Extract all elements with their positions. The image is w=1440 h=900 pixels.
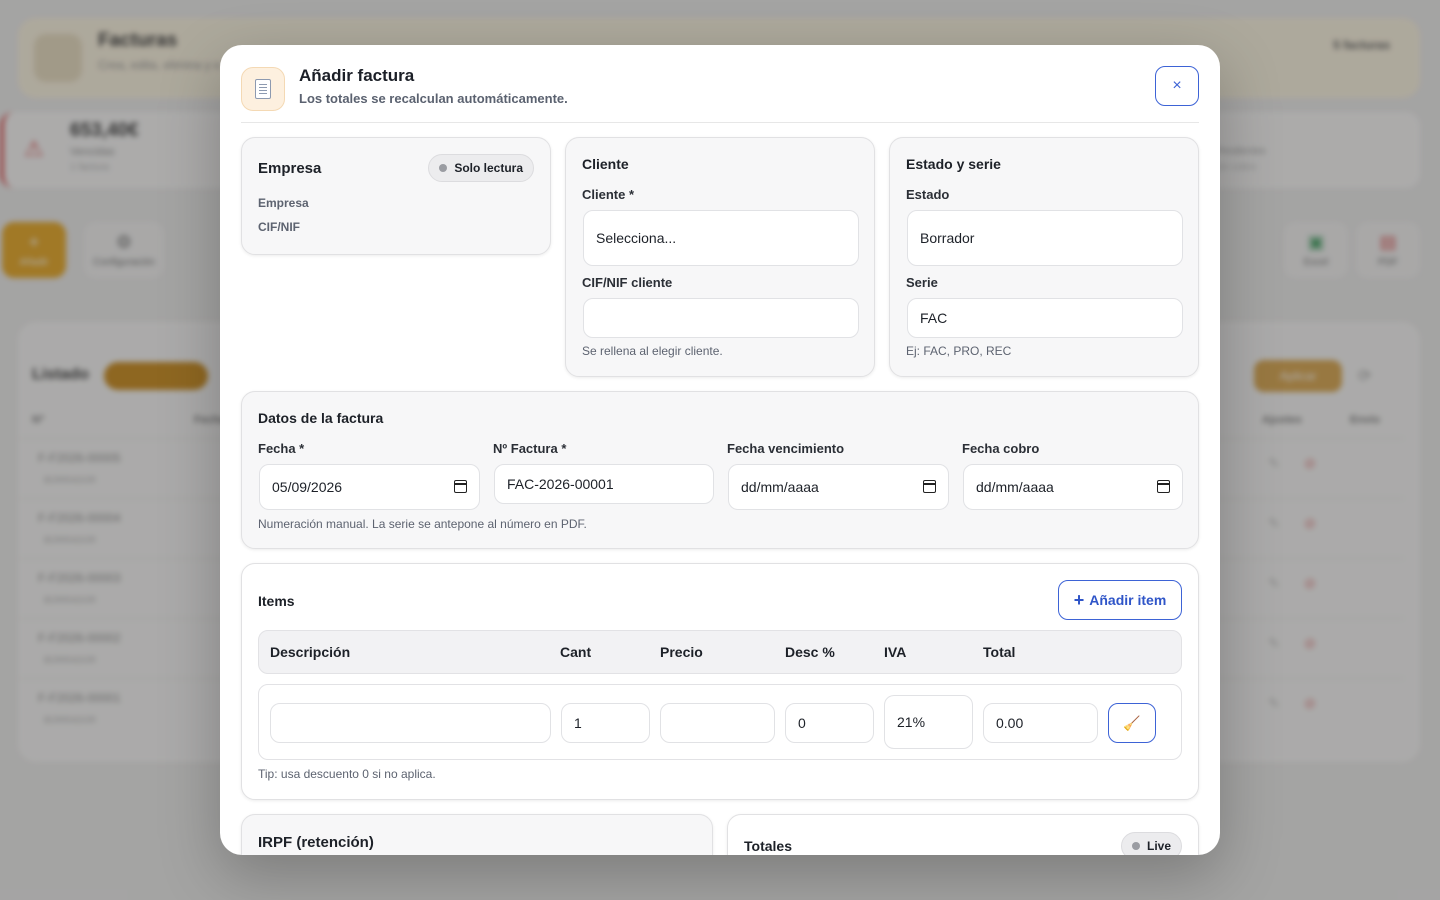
status-dot-icon <box>1131 842 1140 850</box>
item-desc-input[interactable]: 0 <box>785 703 874 743</box>
invoice-document-icon <box>241 67 285 111</box>
modal-title: Añadir factura <box>299 66 415 85</box>
calendar-icon[interactable] <box>1157 480 1170 493</box>
items-table-header: Descripción Cant Precio Desc % IVA Total <box>258 630 1182 674</box>
modal-subtitle: Los totales se recalculan automáticament… <box>299 91 568 106</box>
datos-title: Datos de la factura <box>258 410 384 426</box>
add-invoice-modal: Añadir factura Los totales se recalculan… <box>220 45 1220 855</box>
serie-hint: Ej: FAC, PRO, REC <box>906 344 1012 358</box>
cliente-section: Cliente Cliente * Selecciona... CIF/NIF … <box>565 137 875 377</box>
col-total: Total <box>983 644 1016 660</box>
col-iva: IVA <box>884 644 907 660</box>
close-icon: × <box>1172 77 1182 94</box>
item-iva-select[interactable]: 21% <box>884 695 973 749</box>
items-section: Items + Añadir item Descripción Cant Prec… <box>241 563 1199 800</box>
clear-item-button[interactable]: 🧹 <box>1108 703 1156 743</box>
items-title: Items <box>258 593 295 609</box>
cif-cliente-input[interactable] <box>583 298 859 338</box>
serie-label: Serie <box>906 275 938 290</box>
calendar-icon[interactable] <box>454 480 467 493</box>
broom-icon: 🧹 <box>1123 714 1141 731</box>
item-precio-input[interactable] <box>660 703 775 743</box>
totales-title: Totales <box>744 838 792 854</box>
empresa-cif-field: CIF/NIF <box>258 220 300 234</box>
numero-factura-label: Nº Factura * <box>493 441 567 456</box>
fecha-label: Fecha * <box>258 441 305 456</box>
cliente-select[interactable]: Selecciona... <box>583 210 859 266</box>
col-cant: Cant <box>560 644 592 660</box>
empresa-name-field: Empresa <box>258 196 309 210</box>
item-row: 1 0 21% 0.00 🧹 <box>258 684 1182 760</box>
modal-header: Añadir factura Los totales se recalculan… <box>241 65 1199 123</box>
close-button[interactable]: × <box>1155 66 1199 106</box>
col-desc: Desc % <box>785 644 835 660</box>
item-total-field: 0.00 <box>983 703 1098 743</box>
vencimiento-input[interactable]: dd/mm/aaaa <box>728 464 949 510</box>
datos-factura-section: Datos de la factura Fecha * 05/09/2026 N… <box>241 391 1199 549</box>
estado-label: Estado <box>906 187 950 202</box>
estado-serie-title: Estado y serie <box>906 156 1001 172</box>
empresa-section: Empresa Solo lectura Empresa CIF/NIF <box>241 137 551 255</box>
cliente-title: Cliente <box>582 156 629 172</box>
cobro-label: Fecha cobro <box>962 441 1040 456</box>
fecha-input[interactable]: 05/09/2026 <box>259 464 480 510</box>
plus-icon: + <box>1073 590 1085 610</box>
col-precio: Precio <box>660 644 703 660</box>
readonly-badge: Solo lectura <box>428 154 534 182</box>
serie-input[interactable]: FAC <box>907 298 1183 338</box>
datos-hint: Numeración manual. La serie se antepone … <box>258 517 587 531</box>
item-descripcion-input[interactable] <box>270 703 551 743</box>
col-descripcion: Descripción <box>270 644 351 660</box>
status-dot-icon <box>439 164 448 172</box>
items-tip: Tip: usa descuento 0 si no aplica. <box>258 767 436 781</box>
estado-select[interactable]: Borrador <box>907 210 1183 266</box>
cliente-label: Cliente * <box>582 187 635 202</box>
totales-section: Totales Live <box>727 814 1199 855</box>
estado-serie-section: Estado y serie Estado Borrador Serie FAC… <box>889 137 1199 377</box>
irpf-section: IRPF (retención) <box>241 814 713 855</box>
numero-factura-input[interactable]: FAC-2026-00001 <box>494 464 714 504</box>
irpf-title: IRPF (retención) <box>258 834 374 851</box>
calendar-icon[interactable] <box>923 480 936 493</box>
cobro-input[interactable]: dd/mm/aaaa <box>963 464 1183 510</box>
vencimiento-label: Fecha vencimiento <box>727 441 845 456</box>
add-item-button[interactable]: + Añadir item <box>1058 580 1182 620</box>
live-badge: Live <box>1120 832 1182 855</box>
empresa-title: Empresa <box>258 160 322 177</box>
cif-cliente-label: CIF/NIF cliente <box>582 275 673 290</box>
item-cant-input[interactable]: 1 <box>561 703 650 743</box>
cliente-hint: Se rellena al elegir cliente. <box>582 344 723 358</box>
